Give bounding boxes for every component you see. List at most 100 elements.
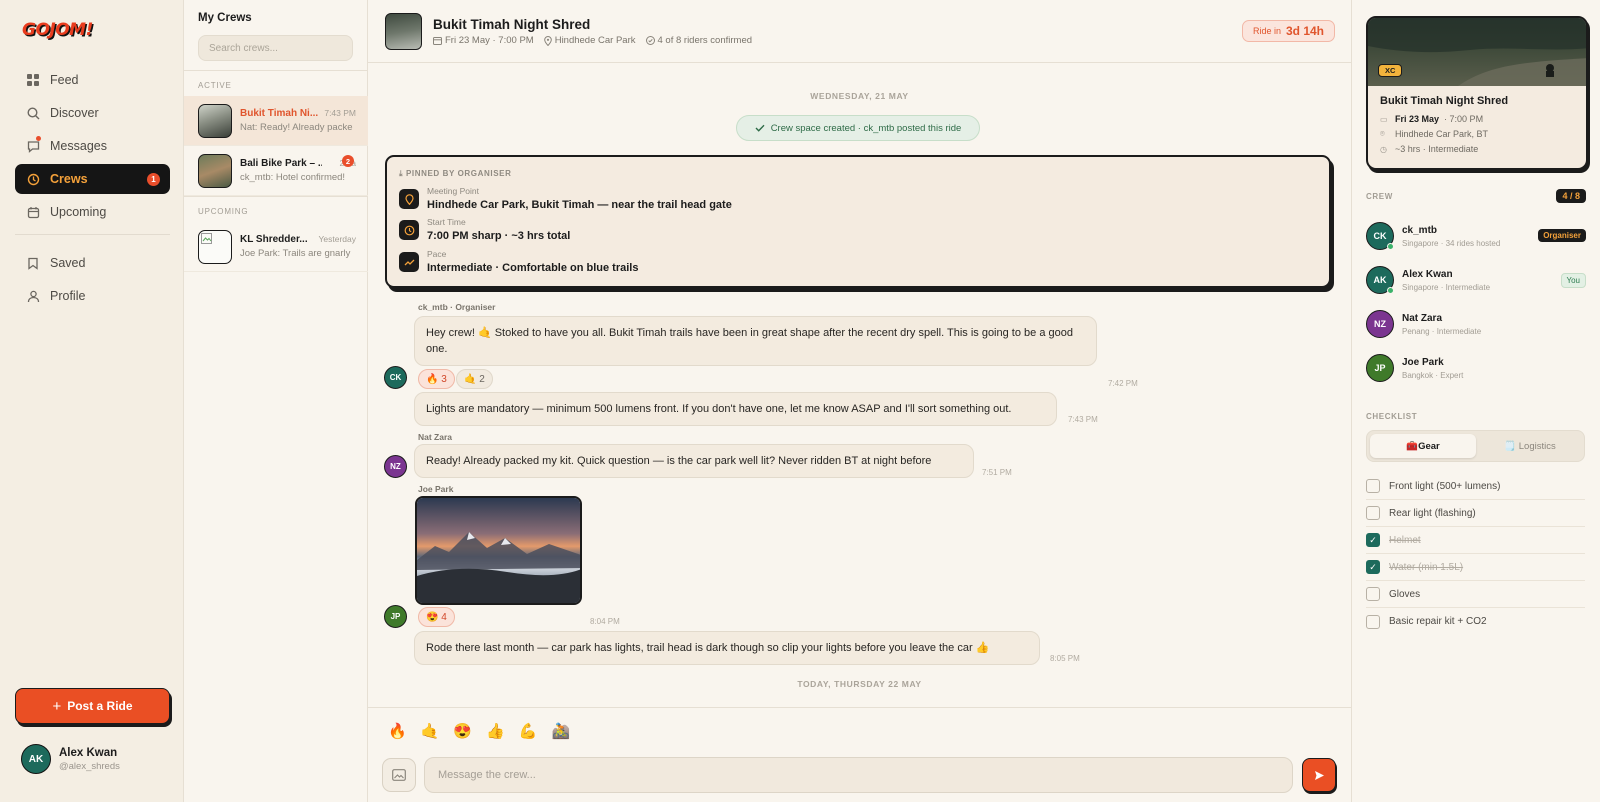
ride-card[interactable]: XC Bukit Timah Night Shred ▭ Fri 23 May … xyxy=(1366,16,1588,170)
attach-image-button[interactable] xyxy=(382,758,416,792)
crew-member[interactable]: CK ck_mtb Singapore · 34 rides hosted Org… xyxy=(1366,222,1586,250)
emoji-biker[interactable]: 🚵 xyxy=(551,722,570,740)
crews-panel: My Crews Search crews... ACTIVE Bukit Ti… xyxy=(184,0,368,802)
pinned-label-text: PINNED BY ORGANISER xyxy=(405,169,512,178)
nav-label: Saved xyxy=(50,256,86,270)
emoji-thumbs-up[interactable]: 👍 xyxy=(486,722,505,740)
checklist-text: Front light (500+ lumens) xyxy=(1389,480,1501,492)
message-bubble[interactable]: Hey crew! 🤙 Stoked to have you all. Buki… xyxy=(414,316,1097,366)
pinned-item: Pace Intermediate · Comfortable on blue t… xyxy=(399,249,638,274)
avatar: AK xyxy=(21,744,51,774)
ride-date: Fri 23 May xyxy=(1395,114,1440,124)
checklist-item[interactable]: Gloves xyxy=(1366,581,1585,608)
system-message: Crew space created · ck_mtb posted this … xyxy=(736,115,980,141)
nav-label: Messages xyxy=(50,139,107,153)
message-input[interactable]: Message the crew... xyxy=(424,757,1293,793)
pinned-key: Start Time xyxy=(427,217,466,227)
checklist-text: Basic repair kit + CO2 xyxy=(1389,616,1487,627)
countdown-label: Ride in xyxy=(1252,26,1281,36)
crew-label: CREW xyxy=(1366,192,1393,201)
checklist-item[interactable]: ✓ Water (min 1.5L) xyxy=(1366,554,1585,581)
nav-item-discover[interactable]: Discover xyxy=(15,98,170,128)
unread-dot xyxy=(36,136,41,141)
message-bubble[interactable]: Ready! Already packed my kit. Quick ques… xyxy=(414,444,974,478)
emoji-heart-eyes[interactable]: 😍 xyxy=(453,722,472,740)
crews-title: My Crews xyxy=(198,12,252,24)
emoji-flex[interactable]: 💪 xyxy=(519,722,538,740)
tab-gear[interactable]: 🧰Gear xyxy=(1370,434,1476,458)
ride-duration: ~3 hrs · Intermediate xyxy=(1395,144,1479,154)
pinned-value: Hindhede Car Park, Bukit Timah — near th… xyxy=(427,199,732,211)
message-time: 7:51 PM xyxy=(982,468,1012,477)
send-button[interactable] xyxy=(1302,758,1336,792)
avatar[interactable]: CK xyxy=(384,366,407,389)
checkbox-checked[interactable]: ✓ xyxy=(1366,560,1380,574)
tab-logistics[interactable]: 🗒️ Logistics xyxy=(1477,434,1583,458)
nav-item-feed[interactable]: Feed xyxy=(15,65,170,95)
nav-item-messages[interactable]: Messages xyxy=(15,131,170,161)
pinned-label: ⤓ PINNED BY ORGANISER xyxy=(399,169,511,179)
reaction-fire[interactable]: 🔥 3 xyxy=(418,369,455,389)
checklist-item[interactable]: Front light (500+ lumens) xyxy=(1366,473,1585,500)
avatar[interactable]: NZ xyxy=(384,455,407,478)
app-logo[interactable]: GOJOM! xyxy=(22,20,93,40)
avatar: NZ xyxy=(1366,310,1394,338)
nav-item-upcoming[interactable]: Upcoming xyxy=(15,197,170,227)
checklist-item[interactable]: Rear light (flashing) xyxy=(1366,500,1585,527)
crew-member[interactable]: JP Joe Park Bangkok · Expert xyxy=(1366,354,1586,382)
check-circle-icon xyxy=(645,36,655,45)
message-time: 8:05 PM xyxy=(1050,654,1080,663)
crew-member[interactable]: AK Alex Kwan Singapore · Intermediate You xyxy=(1366,266,1586,294)
reaction-heart-eyes[interactable]: 😍 4 xyxy=(418,607,455,627)
checkbox[interactable] xyxy=(1366,506,1380,520)
checklist-item[interactable]: ✓ Helmet xyxy=(1366,527,1585,554)
pin-icon: ⤓ xyxy=(399,169,406,178)
avatar: JP xyxy=(1366,354,1394,382)
chat-header: Bukit Timah Night Shred Fri 23 May · 7:0… xyxy=(368,0,1351,63)
pinned-key: Pace xyxy=(427,249,447,259)
message-bubble[interactable]: Lights are mandatory — minimum 500 lumen… xyxy=(414,392,1057,426)
avatar[interactable]: JP xyxy=(384,605,407,628)
checkbox-checked[interactable]: ✓ xyxy=(1366,533,1380,547)
nav-item-profile[interactable]: Profile xyxy=(15,281,170,311)
crew-preview: ck_mtb: Hotel confirmed! xyxy=(240,172,346,183)
image-attachment[interactable] xyxy=(415,496,582,605)
nav-item-crews[interactable]: Crews 1 xyxy=(15,164,170,194)
member-name: ck_mtb xyxy=(1402,224,1438,236)
post-ride-button[interactable]: + Post a Ride xyxy=(15,688,170,724)
crew-item[interactable]: Bukit Timah Ni... 7:43 PM Nat: Ready! Alr… xyxy=(184,96,368,146)
crew-item[interactable]: KL Shredder... Yesterday Joe Park: Trails… xyxy=(184,222,368,272)
system-text: Crew space created · ck_mtb posted this … xyxy=(770,122,962,134)
image-icon xyxy=(392,769,406,781)
emoji-fire[interactable]: 🔥 xyxy=(388,722,407,740)
ride-image xyxy=(1368,18,1586,86)
bookmark-icon xyxy=(26,256,40,270)
crew-search-input[interactable]: Search crews... xyxy=(198,35,353,61)
crew-info: KL Shredder... Yesterday Joe Park: Trails… xyxy=(240,234,356,259)
current-user[interactable]: AK Alex Kwan @alex_shreds xyxy=(21,744,120,774)
reaction-shaka[interactable]: 🤙 2 xyxy=(456,369,493,389)
crew-member[interactable]: NZ Nat Zara Penang · Intermediate xyxy=(1366,310,1586,338)
checkbox[interactable] xyxy=(1366,614,1380,629)
crew-title: Bukit Timah Ni... xyxy=(240,108,319,119)
ride-location: Hindhede Car Park xyxy=(554,35,636,46)
crew-count: 4 / 8 xyxy=(1556,189,1586,203)
calendar-icon: ▭ xyxy=(1380,114,1388,124)
message-bubble[interactable]: Rode there last month — car park has lig… xyxy=(414,631,1040,665)
message-sender: ck_mtb · Organiser xyxy=(418,302,496,312)
checklist-item[interactable]: Basic repair kit + CO2 xyxy=(1366,608,1585,635)
broken-image-icon xyxy=(201,232,212,244)
checkbox[interactable] xyxy=(1366,587,1380,601)
checkbox[interactable] xyxy=(1366,479,1380,493)
nav-item-saved[interactable]: Saved xyxy=(15,248,170,278)
quick-emoji-bar: 🔥 🤙 😍 👍 💪 🚵 xyxy=(388,722,584,740)
chat-meta: Fri 23 May · 7:00 PM Hindhede Car Park 4… xyxy=(433,35,762,46)
nav-label: Crews xyxy=(50,172,88,186)
ride-details-panel: XC Bukit Timah Night Shred ▭ Fri 23 May … xyxy=(1351,0,1600,802)
clock-icon: ◷ xyxy=(1380,144,1387,154)
check-icon xyxy=(755,124,765,132)
crew-item[interactable]: Bali Bike Park – ...2h a ck_mtb: Hotel c… xyxy=(184,146,368,196)
nav-label: Upcoming xyxy=(50,205,107,219)
emoji-shaka[interactable]: 🤙 xyxy=(421,722,440,740)
ride-location: Hindhede Car Park, BT xyxy=(1395,129,1489,139)
